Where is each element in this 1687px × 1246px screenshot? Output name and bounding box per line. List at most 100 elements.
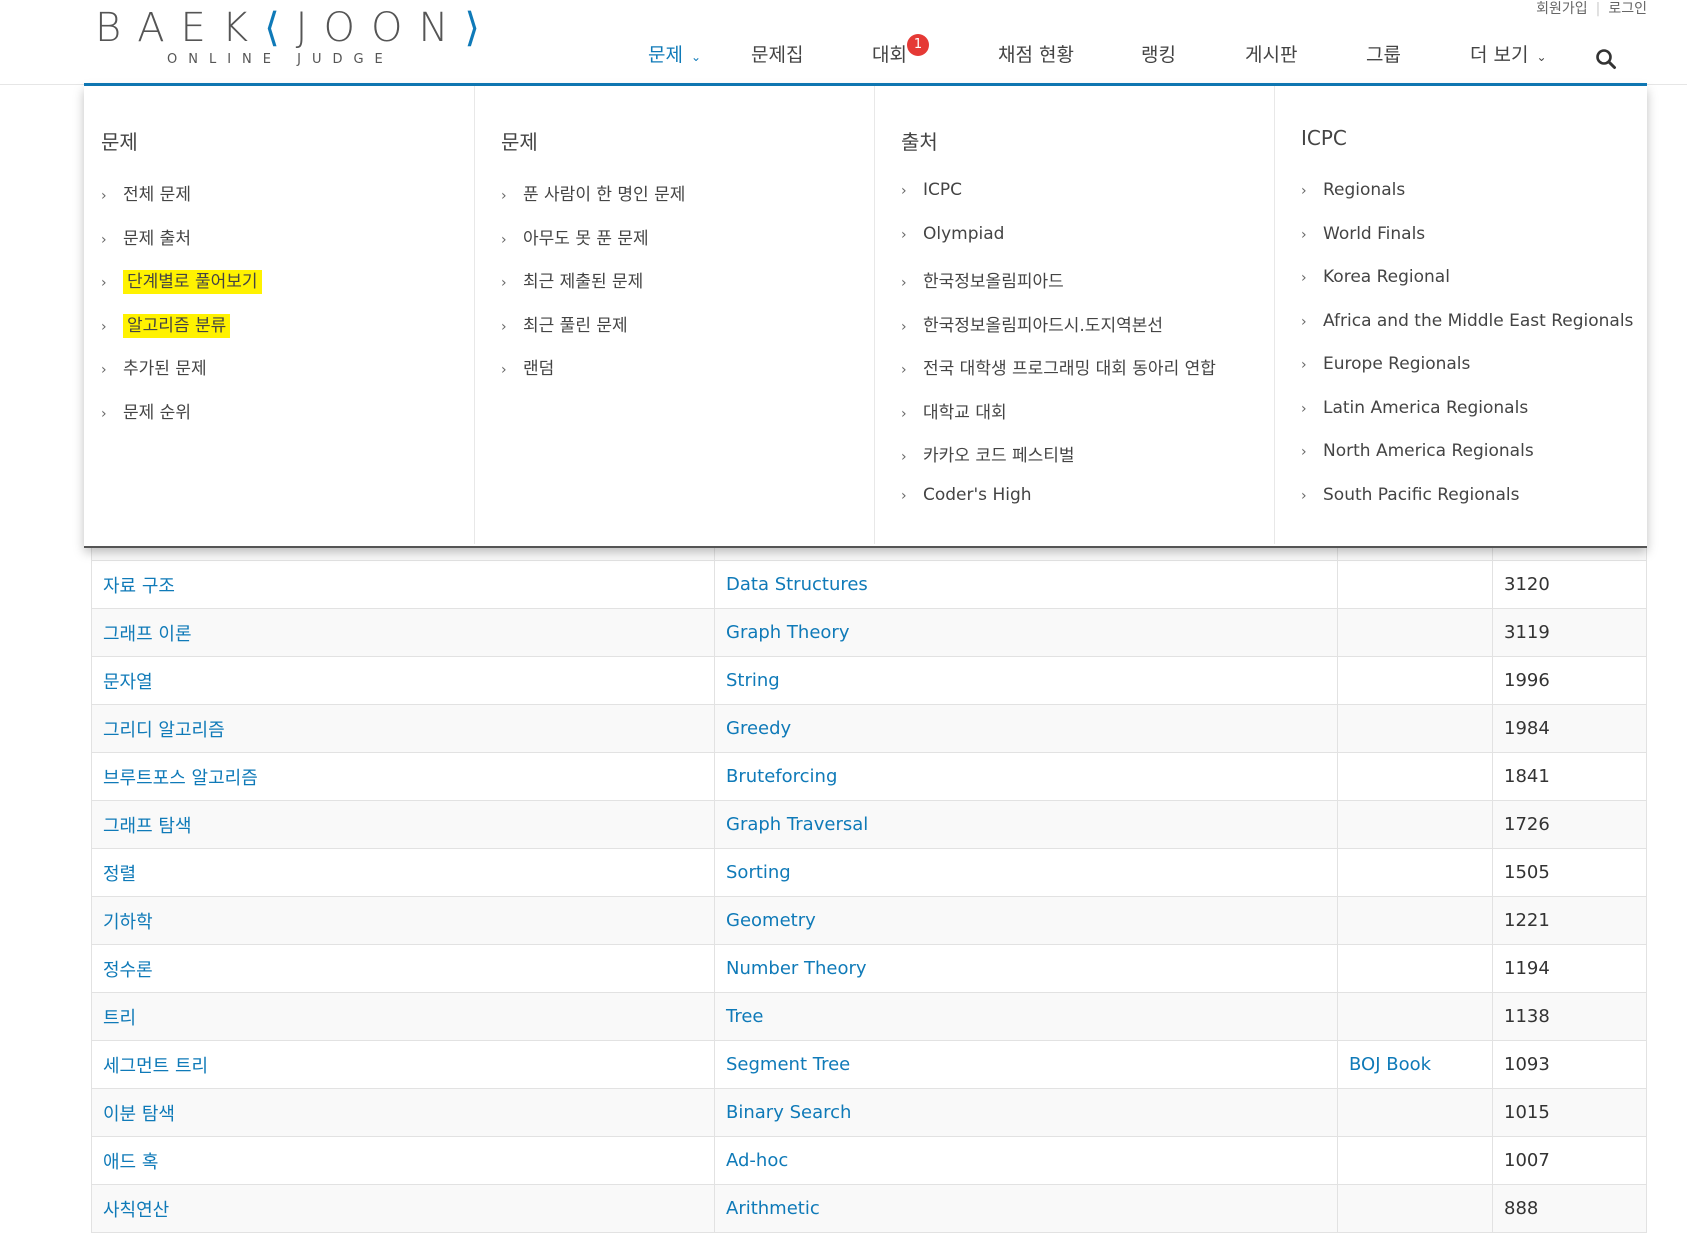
menu-item[interactable]: › 문제 순위 [101,398,262,442]
menu-item[interactable]: › 대학교 대회 [901,398,1216,442]
nav-group[interactable]: 그룹 [1366,40,1401,67]
chevron-right-icon: › [101,318,107,335]
menu-item[interactable]: › 단계별로 풀어보기 [101,267,262,311]
algorithm-name-en[interactable]: Number Theory [726,958,867,979]
algorithm-name-ko[interactable]: 기하학 [103,912,153,933]
menu-item[interactable]: › 카카오 코드 페스티벌 [901,441,1216,485]
menu-item[interactable]: › 최근 제출된 문제 [501,267,685,311]
algorithm-name-ko[interactable]: 그래프 이론 [103,624,192,645]
menu-item[interactable]: › 전체 문제 [101,180,262,224]
menu-item[interactable]: › Korea Regional [1301,267,1633,311]
algorithm-name-en[interactable]: Greedy [726,718,791,739]
table-cell: 1007 [1492,1136,1647,1185]
menu-item[interactable]: › ICPC [901,180,1216,224]
algorithm-name-ko[interactable]: 문자열 [103,672,153,693]
table-cell: Ad-hoc [714,1136,1338,1185]
table-row: 문자열 String 1996 [91,656,1647,705]
menu-item-label: 추가된 문제 [123,359,207,379]
nav-contest[interactable]: 대회 1 [872,34,929,67]
login-link[interactable]: 로그인 [1608,1,1647,17]
table-row: 자료 구조 Data Structures 3120 [91,560,1647,609]
algorithm-name-en[interactable]: Graph Traversal [726,814,868,835]
menu-column-title: 출처 [901,130,938,154]
algorithm-name-ko[interactable]: 이분 탐색 [103,1104,175,1125]
nav-workbook[interactable]: 문제집 [751,40,803,67]
menu-list: › ICPC › Olympiad › 한국정보올림피아드 › 한국정보올림피아드시.도지역본… [901,180,1216,528]
menu-item-label: 최근 제출된 문제 [523,272,644,292]
menu-item[interactable]: › Regionals [1301,180,1633,224]
algorithm-name-ko[interactable]: 정렬 [103,864,136,885]
algorithm-name-ko[interactable]: 그리디 알고리즘 [103,720,225,741]
algorithm-name-en[interactable]: String [726,670,780,691]
menu-item[interactable]: › 알고리즘 분류 [101,311,262,355]
nav-more[interactable]: 더 보기 ⌄ [1470,40,1547,67]
menu-item[interactable]: › 랜덤 [501,354,685,398]
menu-item[interactable]: › Coder's High [901,485,1216,529]
algorithm-name-ko[interactable]: 사칙연산 [103,1200,169,1221]
menu-item[interactable]: › 푼 사람이 한 명인 문제 [501,180,685,224]
menu-item[interactable]: › 한국정보올림피아드 [901,267,1216,311]
account-links: 회원가입 | 로그인 [1536,0,1647,18]
algorithm-name-en[interactable]: Graph Theory [726,622,849,643]
menu-list: › Regionals › World Finals › Korea Regional › A… [1301,180,1633,528]
table-cell [1337,1136,1493,1185]
menu-item-label: 아무도 못 푼 문제 [523,228,649,249]
search-icon[interactable] [1595,48,1617,70]
algorithm-name-ko[interactable]: 트리 [103,1008,136,1029]
signup-link[interactable]: 회원가입 [1536,1,1588,17]
menu-item[interactable]: › Olympiad [901,224,1216,268]
problem-count: 1841 [1504,766,1550,787]
menu-item[interactable]: › World Finals [1301,224,1633,268]
algorithm-name-en[interactable]: Bruteforcing [726,766,837,787]
algorithm-name-ko[interactable]: 브루트포스 알고리즘 [103,768,258,789]
menu-item[interactable]: › 문제 출처 [101,224,262,268]
table-row: 트리 Tree 1138 [91,992,1647,1041]
menu-item[interactable]: › Africa and the Middle East Regionals [1301,311,1633,355]
menu-item[interactable]: › North America Regionals [1301,441,1633,485]
menu-item-label: 문제 출처 [123,228,191,249]
nav-status[interactable]: 채점 현황 [998,40,1074,67]
algorithm-name-ko[interactable]: 애드 혹 [103,1152,158,1173]
table-row: 애드 혹 Ad-hoc 1007 [91,1136,1647,1185]
algorithm-name-ko[interactable]: 그래프 탐색 [103,816,192,837]
table-cell [1337,608,1493,657]
menu-item[interactable]: › 최근 풀린 문제 [501,311,685,355]
menu-column-problems-2: 문제 › 푼 사람이 한 명인 문제 › 아무도 못 푼 문제 › 최근 제출된 문제 › 최… [484,86,875,544]
chevron-right-icon: › [101,405,107,422]
algorithm-name-en[interactable]: Data Structures [726,574,868,595]
menu-item[interactable]: › Latin America Regionals [1301,398,1633,442]
algorithm-name-en[interactable]: Sorting [726,862,791,883]
chevron-right-icon: › [501,231,507,248]
menu-item[interactable]: › 아무도 못 푼 문제 [501,224,685,268]
table-cell: Graph Traversal [714,800,1338,849]
algorithm-name-en[interactable]: Tree [726,1006,764,1027]
book-link[interactable]: BOJ Book [1349,1054,1431,1075]
site-logo[interactable]: BAEK⟨JOON⟩ ONLINE JUDGE [95,6,496,67]
algorithm-name-en[interactable]: Arithmetic [726,1198,820,1219]
algorithm-name-ko[interactable]: 자료 구조 [103,576,175,597]
menu-item[interactable]: › 추가된 문제 [101,354,262,398]
menu-item[interactable]: › 전국 대학생 프로그래밍 대회 동아리 연합 [901,354,1216,398]
notification-badge: 1 [906,34,929,56]
menu-item-label: 전체 문제 [123,185,191,205]
table-cell [1337,992,1493,1041]
algorithm-name-en[interactable]: Segment Tree [726,1054,850,1075]
table-row: 그래프 탐색 Graph Traversal 1726 [91,800,1647,849]
algorithm-name-en[interactable]: Binary Search [726,1102,851,1123]
algorithm-name-ko[interactable]: 세그먼트 트리 [103,1056,208,1077]
menu-item[interactable]: › Europe Regionals [1301,354,1633,398]
algorithm-name-en[interactable]: Geometry [726,910,816,931]
table-cell: 세그먼트 트리 [91,1040,715,1089]
menu-item-label: 최근 풀린 문제 [523,315,628,336]
problem-count: 1093 [1504,1054,1550,1075]
menu-item[interactable]: › South Pacific Regionals [1301,485,1633,529]
algorithm-name-en[interactable]: Ad-hoc [726,1150,788,1171]
nav-problems[interactable]: 문제 ⌄ [648,40,701,67]
table-row: 브루트포스 알고리즘 Bruteforcing 1841 [91,752,1647,801]
table-cell: 1841 [1492,752,1647,801]
menu-item[interactable]: › 한국정보올림피아드시.도지역본선 [901,311,1216,355]
nav-board[interactable]: 게시판 [1245,40,1297,67]
algorithm-name-ko[interactable]: 정수론 [103,960,153,981]
nav-ranking[interactable]: 랭킹 [1141,40,1176,67]
table-cell: 정수론 [91,944,715,993]
